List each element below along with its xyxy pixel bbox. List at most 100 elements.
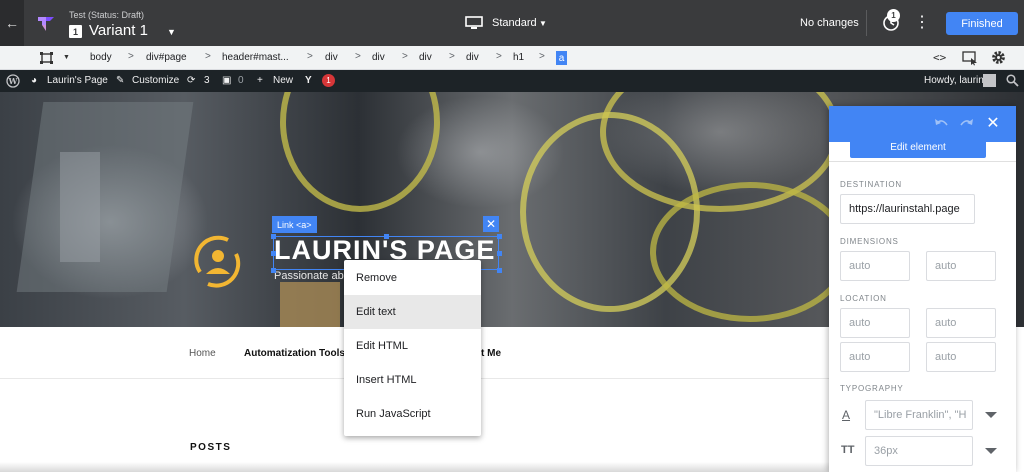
variant-selector[interactable]: Variant 1: [89, 22, 148, 39]
inspect-icon[interactable]: [962, 50, 978, 66]
location-label: LOCATION: [840, 294, 887, 303]
menu-edit-html[interactable]: Edit HTML: [344, 329, 481, 363]
menu-remove[interactable]: Remove: [344, 261, 481, 295]
comments-icon[interactable]: ▣: [222, 75, 231, 86]
destination-input[interactable]: https://laurinstahl.page: [840, 194, 975, 224]
crumb-div[interactable]: div: [466, 52, 479, 63]
background-machine: [16, 102, 194, 292]
selected-element-tag: Link <a>: [272, 216, 317, 233]
crumb-div[interactable]: div: [419, 52, 432, 63]
caret-down-icon[interactable]: ▼: [63, 54, 70, 61]
height-input[interactable]: auto: [926, 251, 996, 281]
edit-element-panel: ✕ Edit element DESTINATION https://lauri…: [829, 106, 1016, 472]
font-size-icon: TT: [841, 444, 855, 456]
toolbar-divider: [866, 10, 867, 36]
caret-down-icon[interactable]: [985, 412, 997, 418]
resize-handle[interactable]: [497, 234, 502, 239]
crumb-separator: >: [449, 51, 455, 62]
element-context-menu: Remove Edit text Edit HTML Insert HTML R…: [344, 260, 481, 436]
crumb-separator: >: [307, 51, 313, 62]
back-button[interactable]: ←: [0, 0, 24, 46]
crumb-header[interactable]: header#mast...: [222, 52, 289, 63]
menu-run-javascript[interactable]: Run JavaScript: [344, 397, 481, 431]
yoast-icon[interactable]: Y: [305, 75, 312, 86]
optimize-toolbar: ← Test (Status: Draft) 1 Variant 1 ▼ Sta…: [0, 0, 1024, 46]
device-selector[interactable]: Standard: [492, 17, 537, 29]
plus-icon[interactable]: +: [257, 75, 263, 86]
crumb-div[interactable]: div: [325, 52, 338, 63]
svg-text:W: W: [8, 76, 19, 86]
nav-automatization-tools[interactable]: Automatization Tools: [244, 348, 345, 359]
comments-count[interactable]: 0: [238, 75, 244, 86]
background-machine: [60, 152, 100, 262]
yoast-notification-badge: 1: [322, 74, 335, 87]
history-count-badge: 1: [887, 9, 900, 22]
location-bottom-input[interactable]: auto: [840, 342, 910, 372]
background-cable: [650, 182, 850, 322]
more-vert-icon[interactable]: ⋮: [914, 15, 930, 33]
background-cable: [280, 92, 440, 212]
menu-edit-text[interactable]: Edit text: [344, 295, 481, 329]
crumb-separator: >: [128, 51, 134, 62]
arrow-left-icon: ←: [5, 15, 19, 31]
resize-handle[interactable]: [271, 268, 276, 273]
brush-icon[interactable]: ✎: [116, 75, 124, 86]
crumb-separator: >: [205, 51, 211, 62]
updates-icon[interactable]: ⟳: [187, 75, 195, 86]
avatar[interactable]: [983, 74, 996, 87]
deselect-close-icon[interactable]: ✕: [483, 216, 499, 232]
caret-down-icon[interactable]: ▼: [539, 19, 547, 28]
crumb-body[interactable]: body: [90, 52, 112, 63]
finished-button[interactable]: Finished: [946, 12, 1018, 35]
tab-edit-element[interactable]: Edit element: [850, 136, 986, 158]
font-size-select[interactable]: 36px: [865, 436, 973, 466]
customize-link[interactable]: Customize: [132, 75, 179, 86]
monitor-icon[interactable]: [465, 16, 483, 30]
nav-about-me[interactable]: t Me: [481, 348, 501, 359]
wp-admin-bar: W ◕ Laurin's Page ✎ Customize ⟳ 3 ▣ 0 + …: [0, 70, 1024, 92]
site-tagline: Passionate ab: [274, 270, 344, 282]
resize-handle[interactable]: [384, 234, 389, 239]
panel-divider: [829, 161, 1016, 162]
element-breadcrumb: ▼ body > div#page > header#mast... > div…: [0, 46, 1024, 70]
redo-icon[interactable]: [959, 117, 975, 131]
crumb-separator: >: [355, 51, 361, 62]
variant-number-badge: 1: [69, 25, 82, 38]
resize-handle[interactable]: [271, 251, 276, 256]
site-name-link[interactable]: Laurin's Page: [47, 75, 108, 86]
resize-handle[interactable]: [497, 268, 502, 273]
crumb-h1[interactable]: h1: [513, 52, 524, 63]
undo-icon[interactable]: [933, 117, 949, 131]
new-content-link[interactable]: New: [273, 75, 293, 86]
crumb-div[interactable]: div: [372, 52, 385, 63]
background-machine: [280, 282, 340, 327]
resize-handle[interactable]: [497, 251, 502, 256]
change-status: No changes: [800, 17, 859, 29]
resize-handle[interactable]: [271, 234, 276, 239]
caret-down-icon[interactable]: ▼: [167, 27, 176, 37]
location-right-input[interactable]: auto: [926, 308, 996, 338]
close-icon[interactable]: ✕: [985, 115, 1001, 132]
menu-insert-html[interactable]: Insert HTML: [344, 363, 481, 397]
dashboard-icon[interactable]: ◕: [31, 75, 37, 86]
code-icon[interactable]: <>: [933, 51, 946, 64]
site-logo-icon: [194, 235, 241, 288]
caret-down-icon[interactable]: [985, 448, 997, 454]
page-bottom-shade: [0, 462, 830, 472]
typography-label: TYPOGRAPHY: [840, 384, 904, 393]
nav-home[interactable]: Home: [189, 348, 216, 359]
optimize-logo-icon: [38, 17, 54, 31]
width-input[interactable]: auto: [840, 251, 910, 281]
font-family-icon: A: [842, 408, 851, 422]
selection-mode-icon[interactable]: [40, 52, 53, 64]
crumb-active-a[interactable]: a: [556, 51, 567, 65]
font-family-select[interactable]: "Libre Franklin", "H: [865, 400, 973, 430]
wordpress-logo-icon[interactable]: W: [6, 74, 20, 88]
updates-count[interactable]: 3: [204, 75, 210, 86]
crumb-div-page[interactable]: div#page: [146, 52, 187, 63]
location-left-input[interactable]: auto: [926, 342, 996, 372]
search-icon[interactable]: [1006, 74, 1019, 87]
account-greeting[interactable]: Howdy, laurin: [924, 75, 984, 86]
location-top-input[interactable]: auto: [840, 308, 910, 338]
gear-icon[interactable]: [990, 49, 1007, 66]
